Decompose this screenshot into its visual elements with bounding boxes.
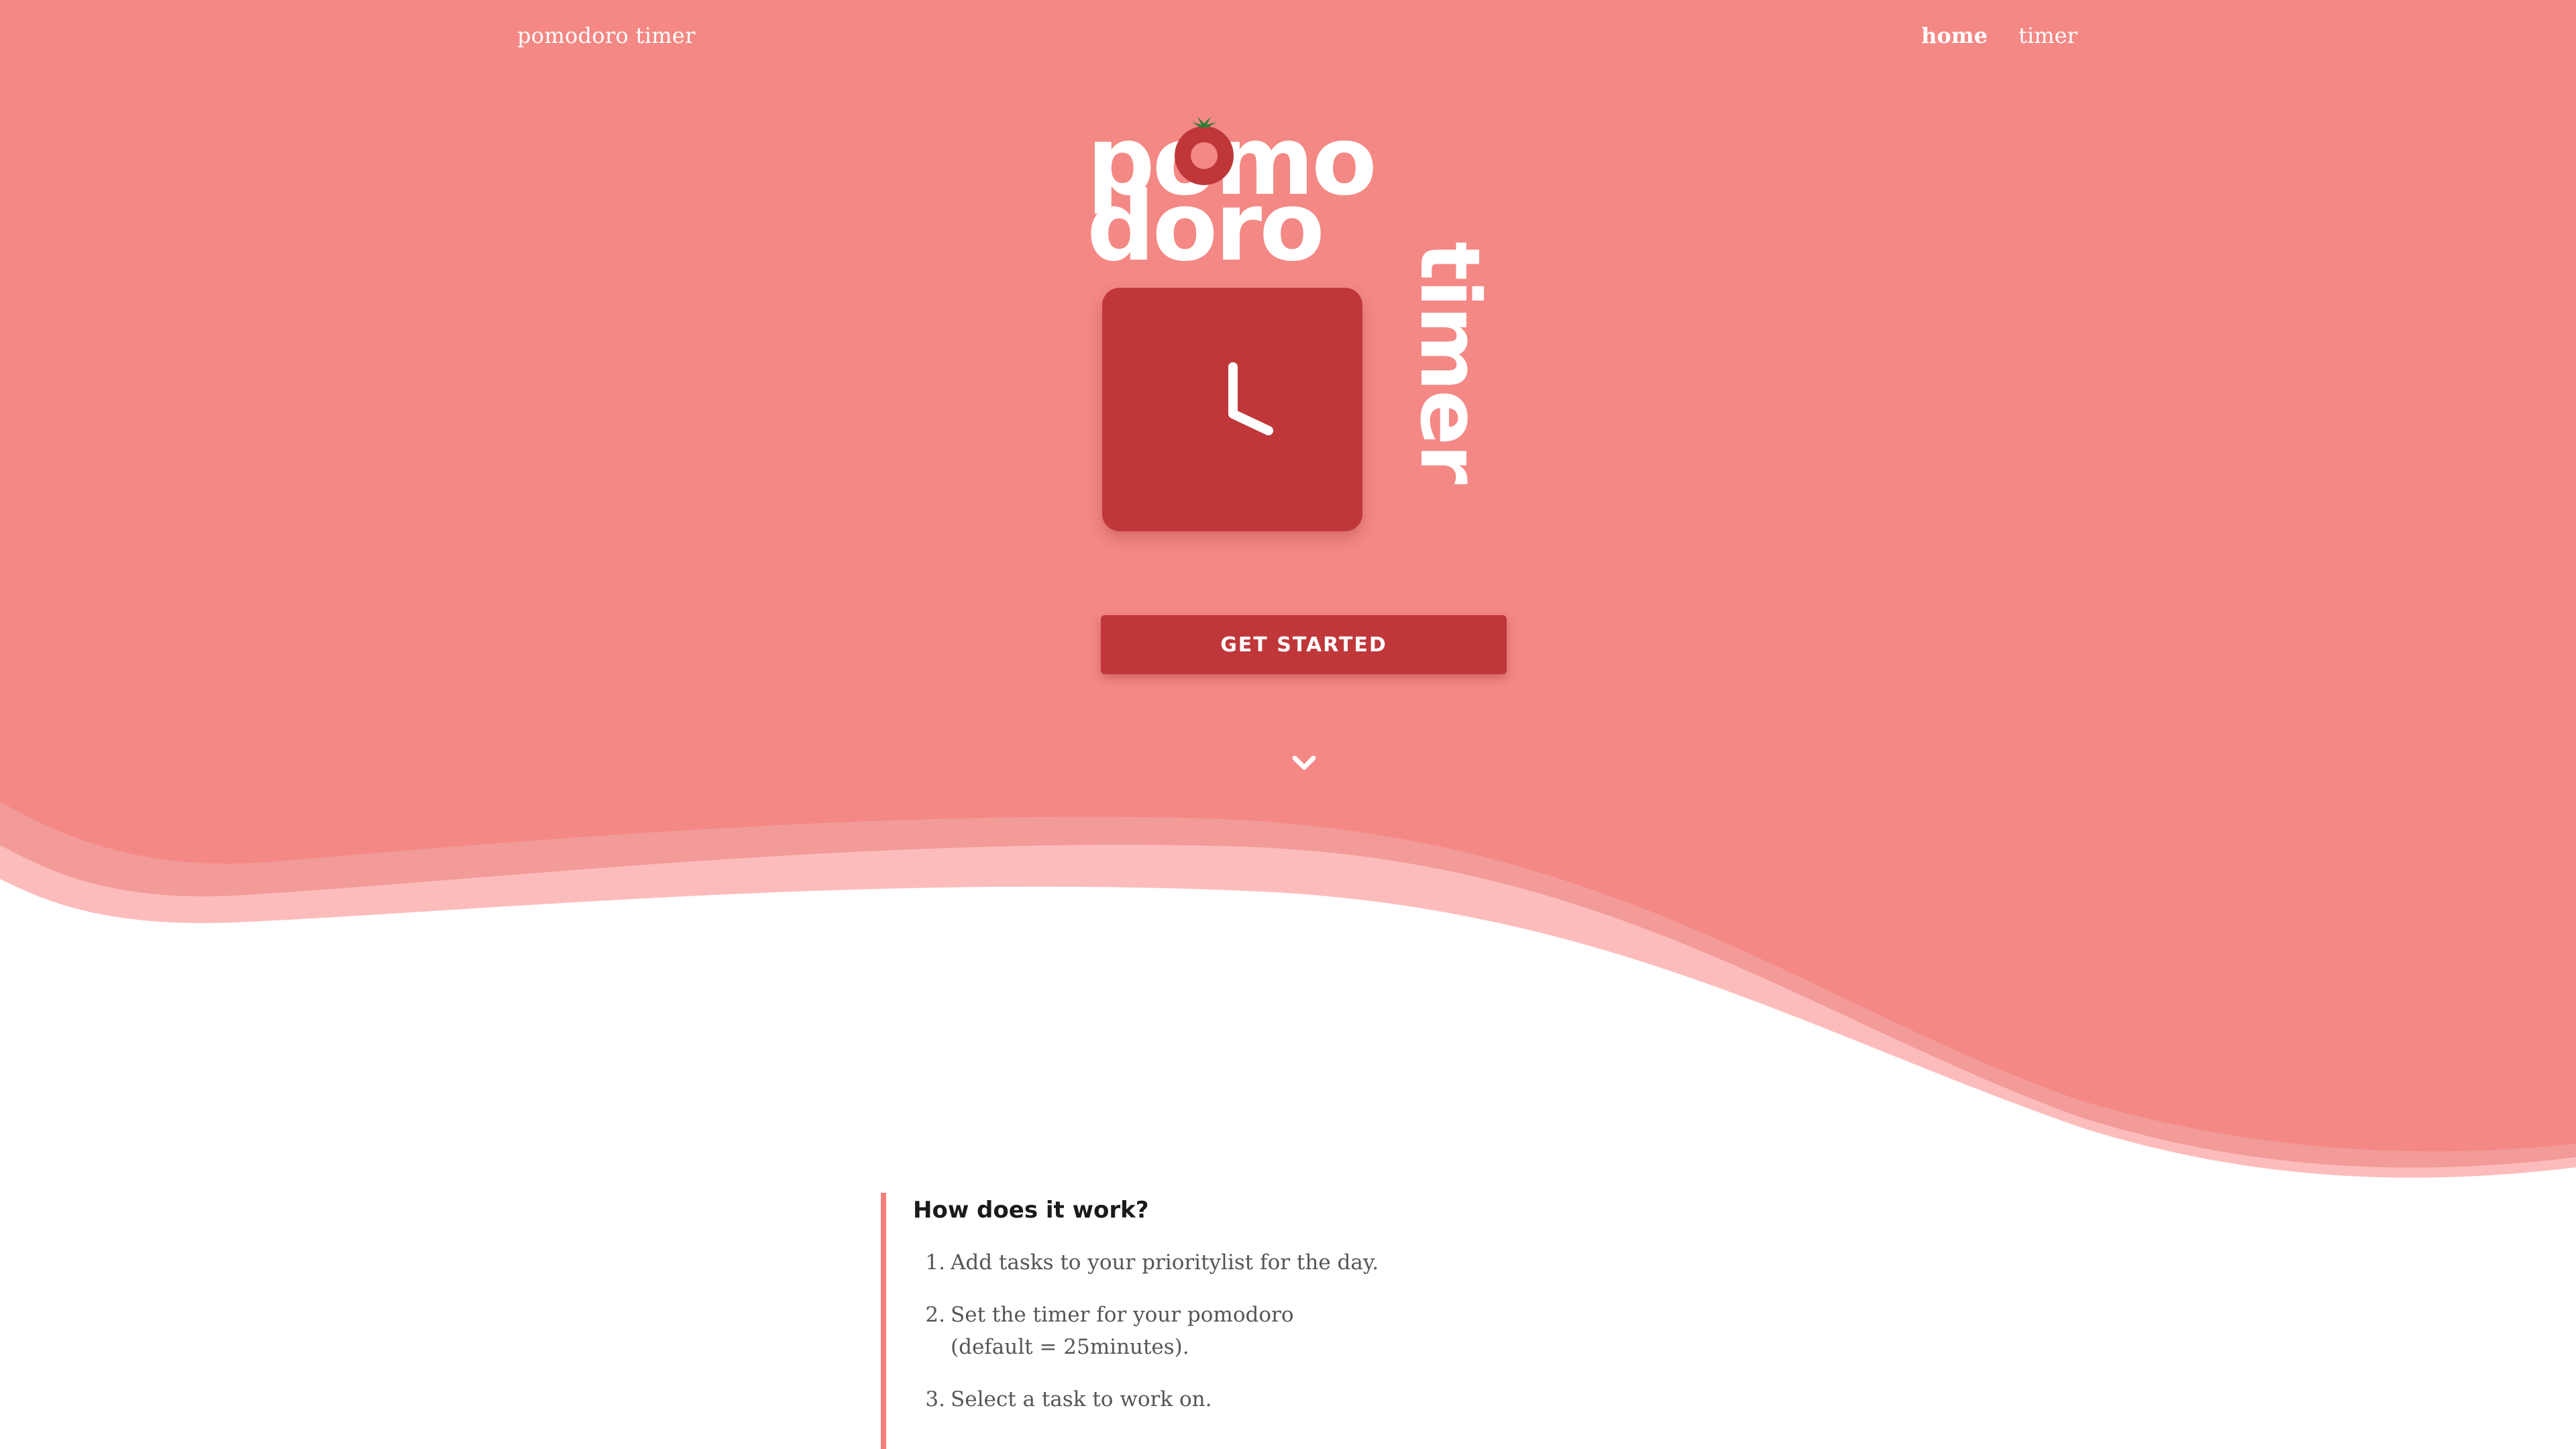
- step-text: Select a task to work on.: [951, 1387, 1212, 1411]
- how-it-works-title: How does it work?: [913, 1197, 1149, 1224]
- step-number: 2.: [925, 1303, 945, 1327]
- how-it-works-section: How does it work? 1. Add tasks to your p…: [881, 1193, 1691, 1449]
- chevron-down-icon[interactable]: [1291, 754, 1318, 773]
- nav-home[interactable]: home: [1921, 23, 1988, 48]
- list-item: 1. Add tasks to your prioritylist for th…: [913, 1246, 1379, 1279]
- steps-list: 1. Add tasks to your prioritylist for th…: [913, 1246, 1379, 1436]
- step-text: Add tasks to your prioritylist for the d…: [951, 1250, 1379, 1275]
- nav-timer[interactable]: timer: [2019, 23, 2078, 48]
- step-text: Set the timer for your pomodoro (default…: [951, 1303, 1294, 1359]
- logo-word-doro: doro: [1087, 172, 1325, 282]
- clock-card: [1102, 288, 1362, 531]
- main-nav: home timer: [0, 23, 2576, 63]
- list-item: 3. Select a task to work on.: [913, 1383, 1379, 1415]
- step-number: 3.: [925, 1387, 945, 1411]
- clock-hands-icon: [1228, 362, 1273, 435]
- logo-word-timer: timer: [1402, 241, 1497, 484]
- tomato-icon: [1175, 117, 1234, 185]
- get-started-button[interactable]: GET STARTED: [1101, 615, 1507, 674]
- page-root: pomodoro timer home timer pomo doro time…: [0, 0, 2576, 1449]
- list-item: 2. Set the timer for your pomodoro (defa…: [913, 1299, 1379, 1363]
- step-number: 1.: [925, 1250, 945, 1275]
